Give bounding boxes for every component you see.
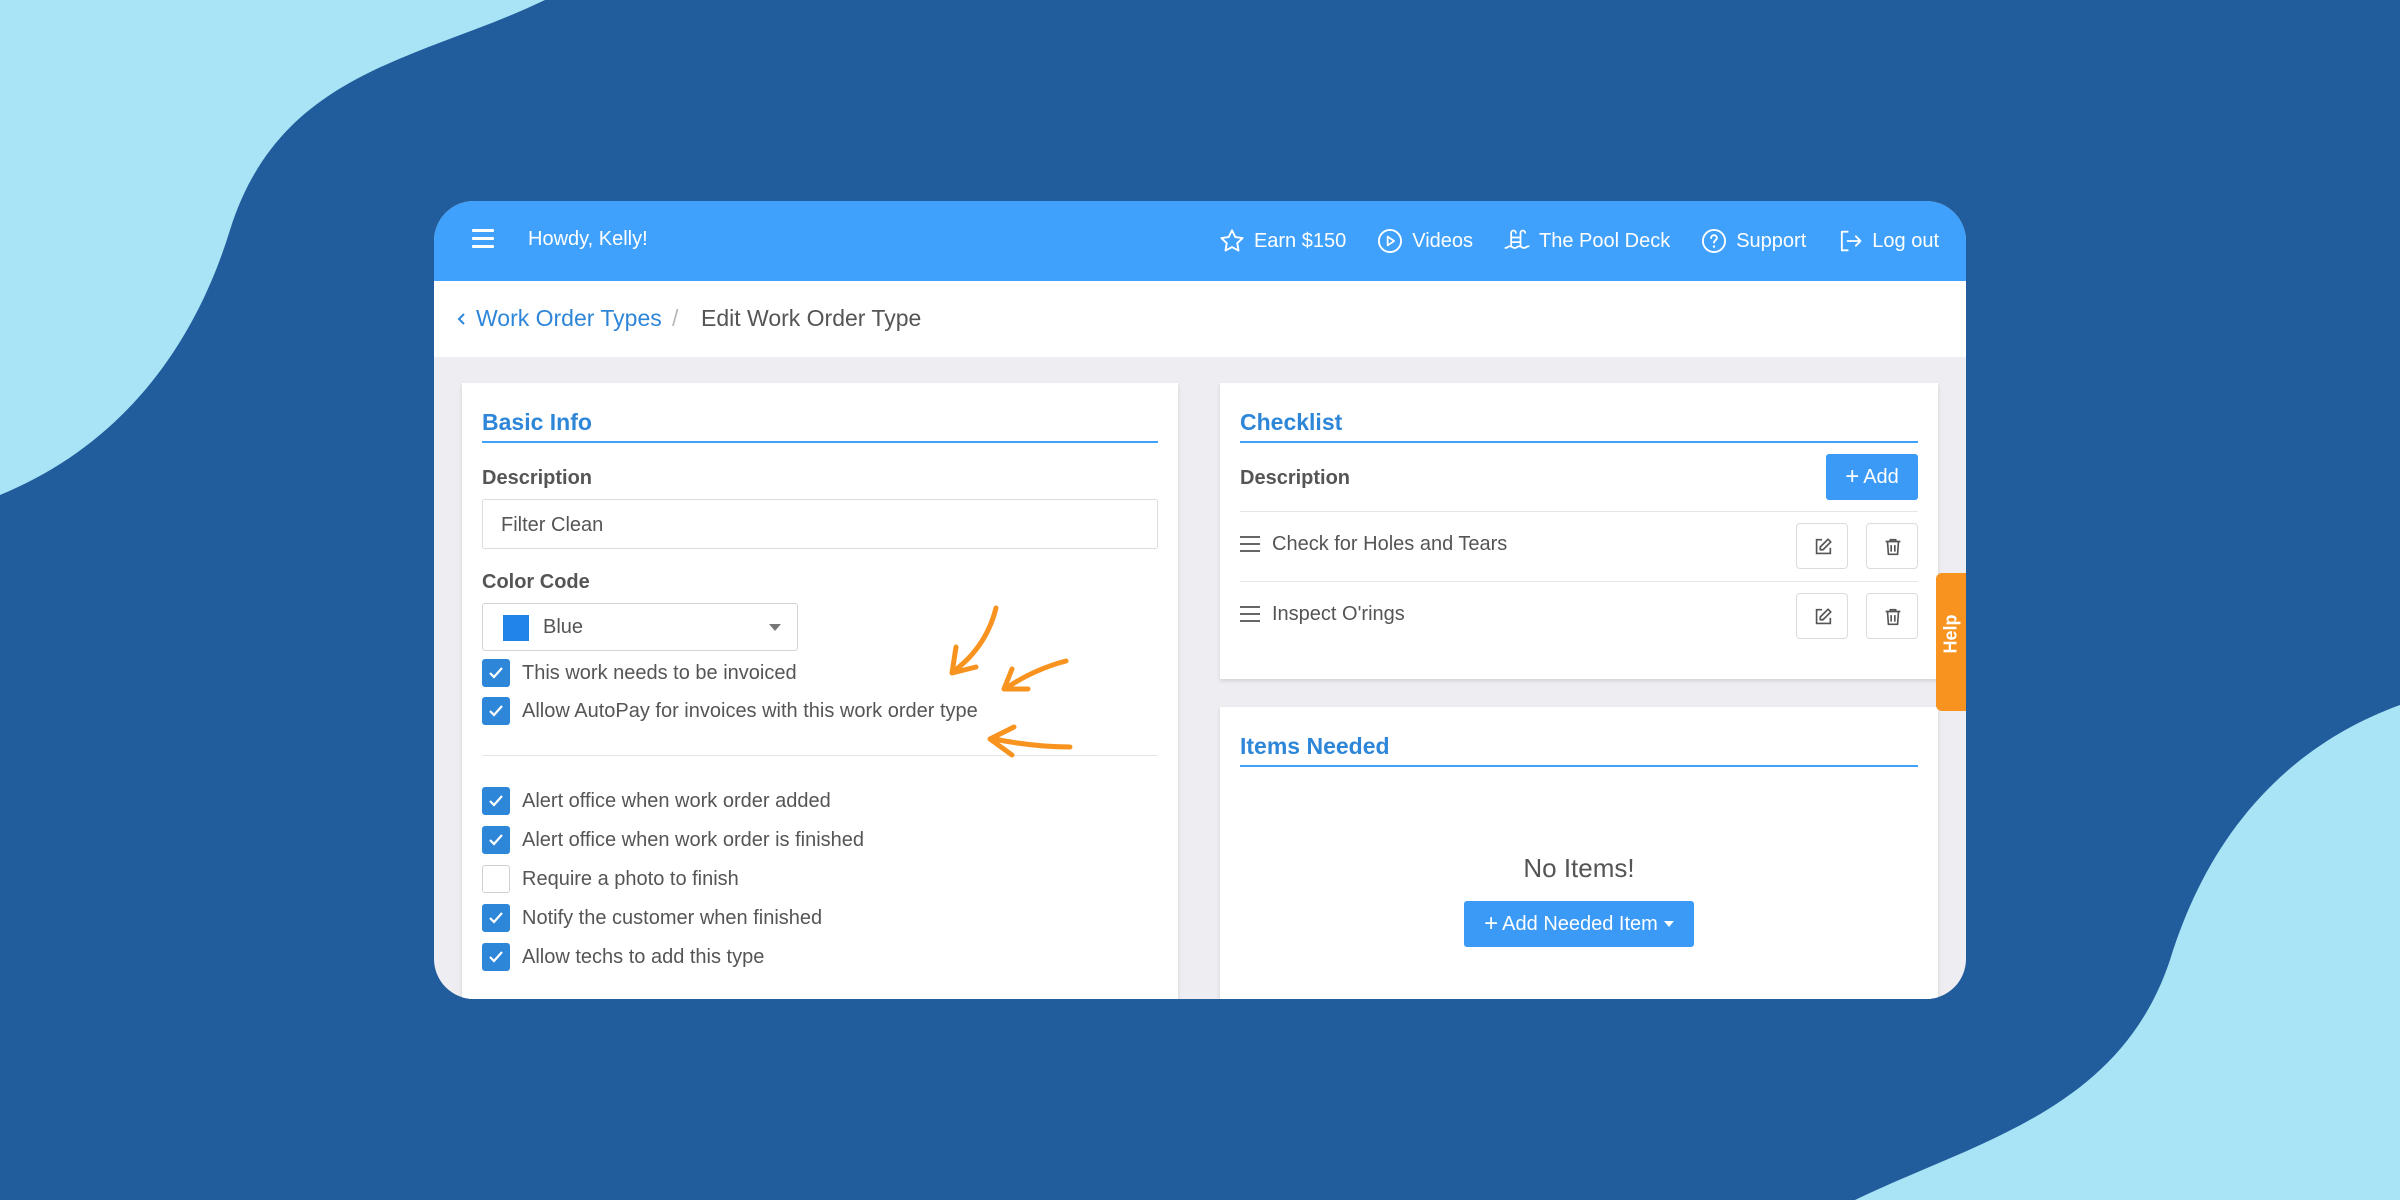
- description-input[interactable]: Filter Clean: [482, 499, 1158, 549]
- empty-state-text: No Items!: [1523, 853, 1635, 883]
- color-swatch: [503, 615, 529, 641]
- greeting-text: Howdy, Kelly!: [528, 228, 648, 250]
- items-needed-card: Items Needed No Items! + Add Needed Item: [1220, 707, 1938, 999]
- nav-pool-deck[interactable]: The Pool Deck: [1503, 223, 1670, 259]
- checklist-rule: [1240, 441, 1918, 443]
- breadcrumb-work-order-types[interactable]: Work Order Types: [476, 305, 662, 332]
- chevron-left-icon[interactable]: [454, 309, 468, 329]
- top-nav-links: Earn $150 Videos The Pool Deck Support L…: [1218, 223, 1939, 259]
- checkbox-row-invoiced: This work needs to be invoiced: [482, 658, 797, 688]
- checkbox-row-require-photo: Require a photo to finish: [482, 864, 739, 894]
- items-needed-title: Items Needed: [1240, 733, 1390, 759]
- nav-videos-label: Videos: [1412, 229, 1474, 252]
- help-tab[interactable]: Help: [1936, 573, 1966, 711]
- check-icon: [489, 705, 503, 717]
- checkbox-row-autopay: Allow AutoPay for invoices with this wor…: [482, 696, 978, 726]
- breadcrumb: Work Order Types / Edit Work Order Type: [434, 281, 1966, 357]
- edit-icon: [1815, 608, 1832, 625]
- delete-button[interactable]: [1866, 593, 1918, 639]
- app-window: Howdy, Kelly! Earn $150 Videos The Pool …: [434, 201, 1966, 999]
- checklist-column-label: Description: [1240, 467, 1351, 489]
- checkbox-invoiced-label: This work needs to be invoiced: [522, 661, 797, 684]
- checkbox-alert-added-label: Alert office when work order added: [522, 789, 831, 812]
- edit-button[interactable]: [1796, 523, 1848, 569]
- nav-earn[interactable]: Earn $150: [1218, 223, 1346, 259]
- play-circle-icon: [1378, 228, 1403, 254]
- delete-button[interactable]: [1866, 523, 1918, 569]
- check-icon: [489, 951, 503, 963]
- color-code-value: Blue: [543, 616, 584, 638]
- checkbox-require-photo-label: Require a photo to finish: [522, 867, 739, 890]
- checkbox-autopay[interactable]: [482, 697, 510, 725]
- checklist-item-text: Inspect O'rings: [1272, 603, 1405, 625]
- breadcrumb-current: Edit Work Order Type: [701, 305, 922, 331]
- plus-icon: +: [1845, 463, 1860, 490]
- basic-info-card: Basic Info Description Filter Clean Colo…: [462, 383, 1178, 999]
- checkbox-row-alert-added: Alert office when work order added: [482, 786, 831, 816]
- star-icon: [1220, 229, 1244, 252]
- check-icon: [489, 834, 503, 846]
- checkbox-notify-customer-label: Notify the customer when finished: [522, 906, 823, 929]
- breadcrumb-separator: /: [672, 305, 679, 331]
- checklist-item-text: Check for Holes and Tears: [1272, 533, 1508, 555]
- nav-logout-label: Log out: [1872, 229, 1939, 252]
- checkbox-techs-add-label: Allow techs to add this type: [522, 945, 765, 968]
- checkbox-techs-add[interactable]: [482, 943, 510, 971]
- help-tab-label: Help: [1940, 614, 1961, 654]
- caret-down-icon: [1663, 921, 1674, 927]
- top-navbar: Howdy, Kelly! Earn $150 Videos The Pool …: [434, 201, 1966, 281]
- drag-handle-icon[interactable]: [1240, 606, 1260, 624]
- checklist-card: Checklist Description + Add Check for Ho…: [1220, 383, 1938, 679]
- nav-logout[interactable]: Log out: [1836, 223, 1939, 259]
- nav-support-label: Support: [1736, 229, 1807, 252]
- check-icon: [489, 795, 503, 807]
- nav-pool-deck-label: The Pool Deck: [1539, 229, 1671, 252]
- chevron-down-icon: [769, 624, 781, 631]
- checkbox-alert-finished[interactable]: [482, 826, 510, 854]
- checkbox-require-photo[interactable]: [482, 865, 510, 893]
- list-item: Inspect O'rings: [1240, 582, 1918, 650]
- checkbox-autopay-label: Allow AutoPay for invoices with this wor…: [522, 699, 978, 722]
- checkbox-alert-finished-label: Alert office when work order is finished: [522, 828, 865, 851]
- hamburger-menu-icon[interactable]: [472, 229, 494, 249]
- basic-info-title: Basic Info: [482, 409, 592, 435]
- checkbox-row-notify-customer: Notify the customer when finished: [482, 903, 822, 933]
- question-circle-icon: [1702, 228, 1727, 254]
- add-needed-item-label: Add Needed Item: [1502, 912, 1658, 935]
- drag-handle-icon[interactable]: [1240, 536, 1260, 554]
- checkbox-row-techs-add: Allow techs to add this type: [482, 942, 764, 972]
- checkbox-alert-added[interactable]: [482, 787, 510, 815]
- logout-icon: [1841, 230, 1862, 252]
- color-code-select[interactable]: Blue: [482, 603, 798, 651]
- add-checklist-button[interactable]: + Add: [1826, 454, 1918, 500]
- pool-ladder-icon: [1504, 229, 1530, 249]
- items-needed-rule: [1240, 765, 1918, 767]
- check-icon: [489, 912, 503, 924]
- trash-icon: [1885, 538, 1901, 556]
- color-code-label: Color Code: [482, 571, 590, 593]
- checklist-title: Checklist: [1240, 409, 1343, 435]
- plus-icon: +: [1484, 910, 1499, 937]
- checkbox-invoiced[interactable]: [482, 659, 510, 687]
- nav-videos[interactable]: Videos: [1376, 223, 1473, 259]
- list-item: Check for Holes and Tears: [1240, 512, 1918, 580]
- description-label: Description: [482, 467, 593, 489]
- nav-earn-label: Earn $150: [1253, 229, 1347, 252]
- checkbox-notify-customer[interactable]: [482, 904, 510, 932]
- check-icon: [489, 667, 503, 679]
- section-divider: [482, 755, 1158, 756]
- edit-icon: [1815, 538, 1832, 555]
- add-needed-item-button[interactable]: + Add Needed Item: [1464, 901, 1694, 947]
- trash-icon: [1885, 608, 1901, 626]
- edit-button[interactable]: [1796, 593, 1848, 639]
- add-checklist-label: Add: [1863, 465, 1899, 488]
- checkbox-row-alert-finished: Alert office when work order is finished: [482, 825, 864, 855]
- basic-info-rule: [482, 441, 1158, 443]
- nav-support[interactable]: Support: [1700, 223, 1806, 259]
